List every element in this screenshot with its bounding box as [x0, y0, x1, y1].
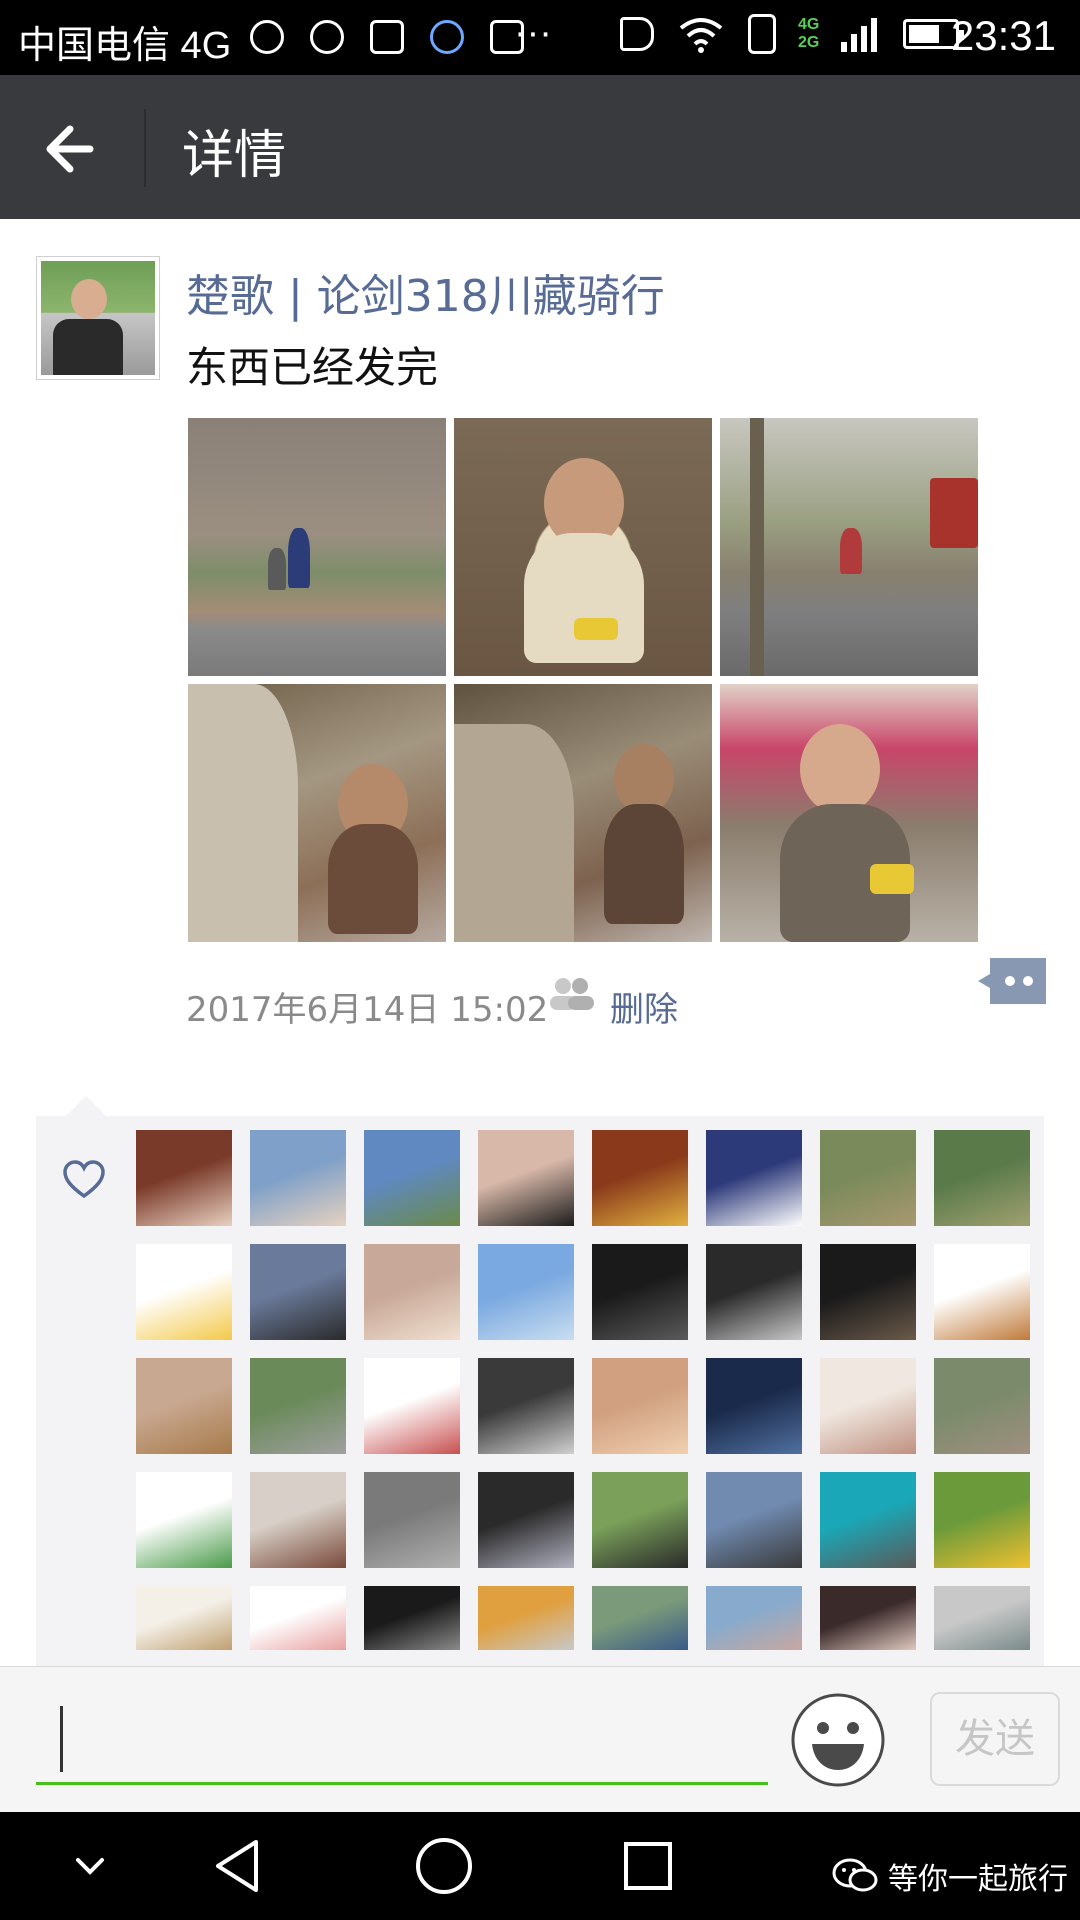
author-avatar[interactable] — [36, 256, 160, 380]
like-avatar[interactable] — [250, 1244, 346, 1340]
chevron-down-icon[interactable] — [58, 1834, 122, 1898]
like-avatar[interactable] — [250, 1358, 346, 1454]
more-icon: ··· — [514, 12, 552, 54]
like-avatar[interactable] — [478, 1586, 574, 1650]
delete-link[interactable]: 删除 — [610, 982, 678, 1031]
like-avatar[interactable] — [478, 1472, 574, 1568]
like-avatar[interactable] — [136, 1244, 232, 1340]
chat-bubble-icon — [310, 20, 344, 54]
like-avatar[interactable] — [706, 1130, 802, 1226]
carrier-label: 中国电信 4G — [18, 25, 232, 67]
mute-icon — [620, 17, 654, 51]
like-avatar[interactable] — [820, 1586, 916, 1650]
notification-icon — [430, 20, 464, 54]
like-avatar[interactable] — [592, 1586, 688, 1650]
post-photo[interactable] — [454, 684, 712, 942]
like-avatar[interactable] — [364, 1586, 460, 1650]
arrow-left-icon — [46, 125, 94, 173]
like-avatar[interactable] — [934, 1358, 1030, 1454]
post-photo[interactable] — [188, 684, 446, 942]
sim-icon — [748, 14, 776, 54]
like-avatar[interactable] — [820, 1358, 916, 1454]
clock: 23:31 — [950, 12, 1056, 59]
like-avatar[interactable] — [934, 1586, 1030, 1650]
system-icons: 4G 2G — [620, 14, 965, 54]
friends-visibility-icon — [550, 978, 594, 1010]
title-bar: 详情 — [0, 75, 1080, 219]
like-avatar[interactable] — [706, 1244, 802, 1340]
like-avatar[interactable] — [364, 1130, 460, 1226]
like-avatar[interactable] — [934, 1472, 1030, 1568]
like-avatar[interactable] — [136, 1472, 232, 1568]
post-photo[interactable] — [720, 684, 978, 942]
comment-menu-icon[interactable] — [976, 958, 1046, 1004]
likes-panel-arrow — [66, 1096, 106, 1116]
like-avatar[interactable] — [478, 1244, 574, 1340]
like-avatar[interactable] — [706, 1358, 802, 1454]
back-button[interactable] — [30, 107, 114, 191]
like-avatar[interactable] — [136, 1130, 232, 1226]
tools-icon — [370, 20, 404, 54]
like-avatar[interactable] — [820, 1244, 916, 1340]
watermark-text: 等你一起旅行 — [888, 1862, 1068, 1897]
wifi-icon — [679, 18, 723, 53]
like-avatar[interactable] — [250, 1130, 346, 1226]
watermark: 等你一起旅行 — [832, 1854, 1068, 1898]
like-avatar[interactable] — [136, 1586, 232, 1650]
page-title: 详情 — [182, 126, 287, 186]
like-avatar[interactable] — [592, 1244, 688, 1340]
like-avatar[interactable] — [364, 1358, 460, 1454]
like-avatar[interactable] — [364, 1472, 460, 1568]
notification-icons — [250, 20, 524, 54]
emoji-button[interactable] — [790, 1692, 886, 1788]
wechat-logo-icon — [832, 1858, 878, 1892]
avatar-image — [41, 261, 155, 375]
title-divider — [144, 109, 146, 187]
post-timestamp: 2017年6月14日 15:02 — [186, 990, 549, 1030]
post-photo[interactable] — [188, 418, 446, 676]
send-button[interactable]: 发送 — [930, 1692, 1060, 1786]
like-avatar[interactable] — [706, 1586, 802, 1650]
like-avatar[interactable] — [820, 1472, 916, 1568]
like-avatar[interactable] — [592, 1130, 688, 1226]
like-avatar[interactable] — [478, 1358, 574, 1454]
missed-call-icon — [250, 20, 284, 54]
post-photo[interactable] — [720, 418, 978, 676]
post-photo[interactable] — [454, 418, 712, 676]
avatar-body — [53, 319, 123, 375]
like-avatar[interactable] — [478, 1130, 574, 1226]
comment-input[interactable] — [36, 1694, 768, 1785]
like-avatar[interactable] — [250, 1586, 346, 1650]
network-bottom-label: 2G — [798, 34, 820, 51]
network-top-label: 4G — [798, 16, 820, 33]
like-avatar[interactable] — [364, 1244, 460, 1340]
like-avatar[interactable] — [934, 1244, 1030, 1340]
signal-icon — [841, 18, 878, 52]
heart-icon — [63, 1160, 105, 1199]
nav-recents-icon[interactable] — [616, 1834, 680, 1898]
avatar-face — [71, 279, 107, 319]
post-text: 东西已经发完 — [186, 343, 439, 392]
author-name[interactable]: 楚歌 | 论剑318川藏骑行 — [186, 260, 665, 324]
text-caret — [60, 1706, 63, 1772]
nav-home-icon[interactable] — [412, 1834, 476, 1898]
like-avatar[interactable] — [250, 1472, 346, 1568]
like-avatar[interactable] — [136, 1358, 232, 1454]
like-avatar[interactable] — [592, 1472, 688, 1568]
like-avatar[interactable] — [706, 1472, 802, 1568]
status-bar: 中国电信 4G ··· 4G 2G 23:31 — [0, 0, 1080, 75]
like-avatar[interactable] — [934, 1130, 1030, 1226]
like-avatar[interactable] — [592, 1358, 688, 1454]
network-type: 4G 2G — [798, 16, 819, 52]
nav-back-icon[interactable] — [206, 1834, 270, 1898]
like-avatar[interactable] — [820, 1130, 916, 1226]
